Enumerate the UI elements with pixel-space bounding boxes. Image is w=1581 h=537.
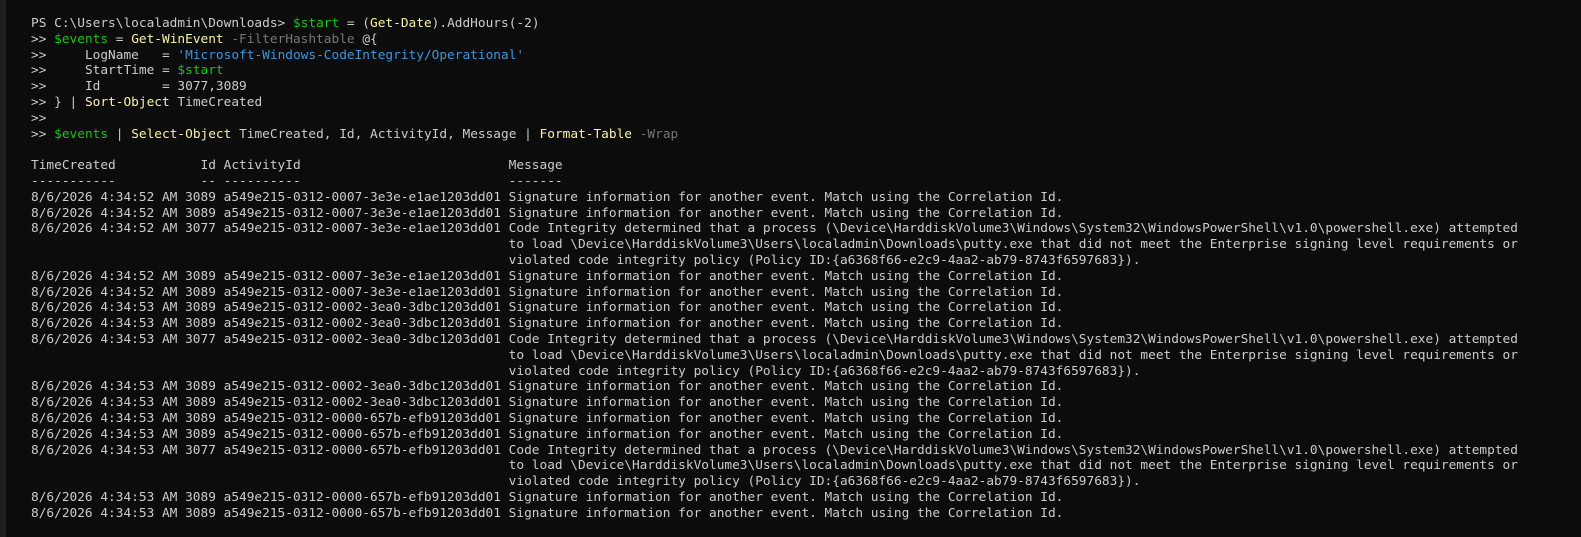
key-starttime: StartTime = (54, 63, 178, 79)
command-line-1: PS C:\Users\localadmin\Downloads> $start… (31, 16, 1518, 32)
table-row: 8/6/2026 4:34:53 AM 3089 a549e215-0312-0… (31, 379, 1064, 395)
cmdlet-get-winevent: Get-WinEvent (131, 31, 224, 47)
table-row: 8/6/2026 4:34:53 AM 3089 a549e215-0312-0… (31, 395, 1064, 411)
hashtable-open: @{ (354, 31, 378, 47)
command-line-3: >> LogName = 'Microsoft-Windows-CodeInte… (31, 48, 1518, 64)
command-line-5: >> Id = 3077,3089 (31, 79, 1518, 95)
table-row: 8/6/2026 4:34:53 AM 3089 a549e215-0312-0… (31, 505, 1064, 521)
cmdlet-get-date: Get-Date (370, 16, 432, 31)
continuation-prompt: >> (31, 110, 55, 126)
pipe: | (108, 126, 132, 142)
cmdlet-format-table: Format-Table (539, 126, 632, 142)
table-row: 8/6/2026 4:34:52 AM 3089 a549e215-0312-0… (31, 284, 1064, 300)
table-row: 8/6/2026 4:34:53 AM 3077 a549e215-0312-0… (31, 331, 1518, 347)
table-row: to load \Device\HarddiskVolume3\Users\lo… (31, 458, 1518, 474)
table-row: 8/6/2026 4:34:53 AM 3089 a549e215-0312-0… (31, 426, 1064, 442)
string-logname: 'Microsoft-Windows-CodeIntegrity/Operati… (177, 47, 525, 63)
parameter-filterhashtable: -FilterHashtable (223, 31, 355, 47)
table-row: 8/6/2026 4:34:53 AM 3089 a549e215-0312-0… (31, 489, 1064, 505)
table-row: to load \Device\HarddiskVolume3\Users\lo… (31, 347, 1518, 363)
table-row: 8/6/2026 4:34:53 AM 3089 a549e215-0312-0… (31, 316, 1064, 332)
table-row: 8/6/2026 4:34:52 AM 3089 a549e215-0312-0… (31, 268, 1064, 284)
table-row: to load \Device\HarddiskVolume3\Users\lo… (31, 237, 1518, 253)
id-values: 3077,3089 (177, 79, 247, 95)
table-rows: 8/6/2026 4:34:52 AM 3089 a549e215-0312-0… (31, 190, 1518, 522)
select-properties: TimeCreated, Id, ActivityId, Message | (231, 126, 540, 142)
parameter-wrap: -Wrap (632, 126, 679, 142)
operator: = ( (339, 16, 371, 31)
terminal-output: PS C:\Users\localadmin\Downloads> $start… (31, 16, 1518, 522)
table-header-underline: ----------- -- ---------- ------- (31, 173, 563, 189)
prompt: PS C:\Users\localadmin\Downloads> (31, 16, 293, 31)
method-call: ).AddHours(-2) (431, 16, 540, 31)
command-line-4: >> StartTime = $start (31, 63, 1518, 79)
command-line-7: >> (31, 111, 1518, 127)
table-row: 8/6/2026 4:34:53 AM 3089 a549e215-0312-0… (31, 300, 1064, 316)
table-header: TimeCreated Id ActivityId Message (31, 158, 563, 174)
hashtable-close: } | (54, 94, 85, 110)
variable-start-ref: $start (177, 63, 224, 79)
key-id: Id = (54, 79, 178, 95)
variable-start: $start (292, 16, 340, 31)
command-line-2: >> $events = Get-WinEvent -FilterHashtab… (31, 32, 1518, 48)
variable-events-ref: $events (54, 126, 109, 142)
table-row: violated code integrity policy (Policy I… (31, 474, 1141, 490)
table-row: 8/6/2026 4:34:53 AM 3089 a549e215-0312-0… (31, 410, 1064, 426)
variable-events: $events (54, 31, 109, 47)
continuation-prompt: >> (31, 79, 55, 95)
table-row: 8/6/2026 4:34:52 AM 3077 a549e215-0312-0… (31, 221, 1518, 237)
command-line-6: >> } | Sort-Object TimeCreated (31, 95, 1518, 111)
continuation-prompt: >> (31, 126, 55, 142)
continuation-prompt: >> (31, 94, 55, 110)
operator: = (108, 31, 132, 47)
cmdlet-sort-object: Sort-Object (84, 94, 170, 110)
table-row: violated code integrity policy (Policy I… (31, 252, 1141, 268)
cmdlet-select-object: Select-Object (131, 126, 232, 142)
table-row: 8/6/2026 4:34:52 AM 3089 a549e215-0312-0… (31, 189, 1064, 205)
table-row: 8/6/2026 4:34:52 AM 3089 a549e215-0312-0… (31, 205, 1064, 221)
window-left-edge (0, 0, 6, 537)
continuation-prompt: >> (31, 31, 55, 47)
continuation-prompt: >> (31, 63, 55, 79)
table-row: 8/6/2026 4:34:53 AM 3077 a549e215-0312-0… (31, 442, 1518, 458)
key-logname: LogName = (54, 47, 178, 63)
table-row: violated code integrity policy (Policy I… (31, 363, 1141, 379)
command-line-8: >> $events | Select-Object TimeCreated, … (31, 127, 1518, 143)
sort-property: TimeCreated (169, 94, 263, 110)
continuation-prompt: >> (31, 47, 55, 63)
powershell-terminal[interactable]: PS C:\Users\localadmin\Downloads> $start… (0, 0, 1581, 537)
